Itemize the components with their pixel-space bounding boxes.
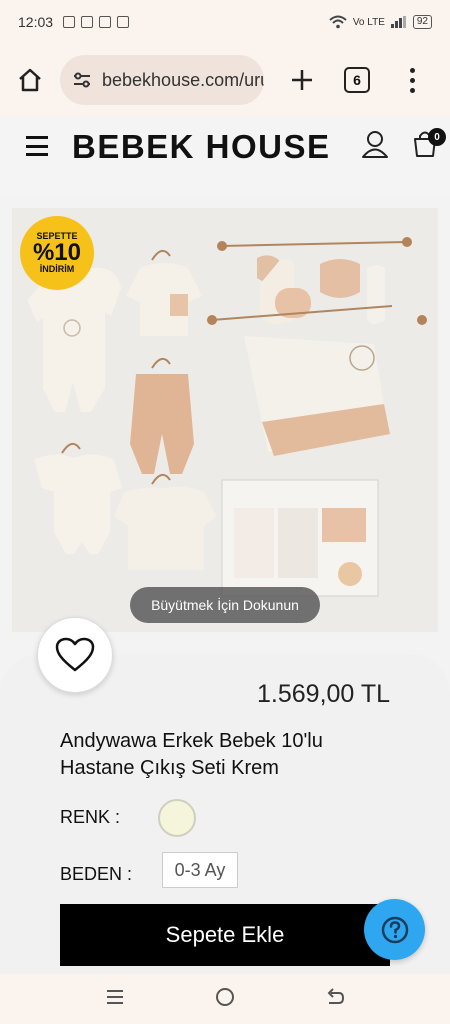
browser-home-button[interactable]	[8, 58, 52, 102]
site-header: BEBEK HOUSE	[0, 116, 450, 297]
status-bar: 12:03 Vo LTE 92	[0, 0, 450, 44]
help-button[interactable]	[364, 899, 425, 960]
size-label: BEDEN :	[60, 864, 133, 884]
user-icon[interactable]	[362, 130, 388, 163]
notification-icon	[63, 16, 76, 28]
tab-switcher-button[interactable]: 6	[344, 67, 370, 93]
status-time: 12:03	[18, 14, 54, 30]
favorite-button[interactable]	[37, 617, 113, 693]
more-vert-icon[interactable]	[402, 65, 422, 95]
signal-icon	[390, 16, 406, 28]
product-price: 1.569,00 TL	[257, 680, 390, 708]
hamburger-icon[interactable]	[26, 136, 48, 156]
heart-icon	[55, 637, 95, 672]
notification-icon	[81, 16, 94, 28]
color-swatch-cream[interactable]	[158, 799, 196, 837]
new-tab-button[interactable]	[282, 60, 322, 100]
url-bar[interactable]: bebekhouse.com/uru	[60, 55, 264, 105]
tune-icon[interactable]	[72, 71, 92, 89]
back-icon[interactable]	[325, 987, 345, 1011]
system-nav-bar	[0, 974, 450, 1024]
promo-line-3: İNDİRİM	[39, 264, 75, 274]
site-logo[interactable]: BEBEK HOUSE	[72, 128, 331, 166]
network-label: Vo LTE	[352, 16, 385, 28]
url-text: bebekhouse.com/uru	[102, 69, 264, 90]
cart-count-badge: 0	[428, 128, 446, 146]
discount-badge: SEPETTE %10 İNDİRİM	[20, 216, 94, 290]
promo-line-2: %10	[32, 239, 82, 266]
status-right: Vo LTE 92	[329, 15, 432, 29]
recent-apps-icon[interactable]	[105, 988, 125, 1011]
wifi-icon	[329, 15, 347, 29]
size-option[interactable]: 0-3 Ay	[162, 852, 238, 888]
product-title: Andywawa Erkek Bebek 10'lu Hastane Çıkış…	[60, 730, 323, 779]
notification-icon	[99, 16, 112, 28]
home-icon	[19, 68, 41, 92]
notification-icons	[63, 16, 130, 28]
notification-icon	[117, 16, 130, 28]
battery-indicator: 92	[412, 15, 432, 29]
color-label: RENK :	[60, 807, 121, 827]
zoom-hint[interactable]: Büyütmek İçin Dokunun	[130, 587, 320, 623]
plus-icon	[292, 70, 312, 90]
add-to-cart-button[interactable]: Sepete Ekle	[60, 904, 390, 966]
browser-toolbar: bebekhouse.com/uru 6	[0, 44, 450, 116]
help-icon	[381, 916, 408, 943]
home-circle-icon[interactable]	[214, 986, 236, 1013]
